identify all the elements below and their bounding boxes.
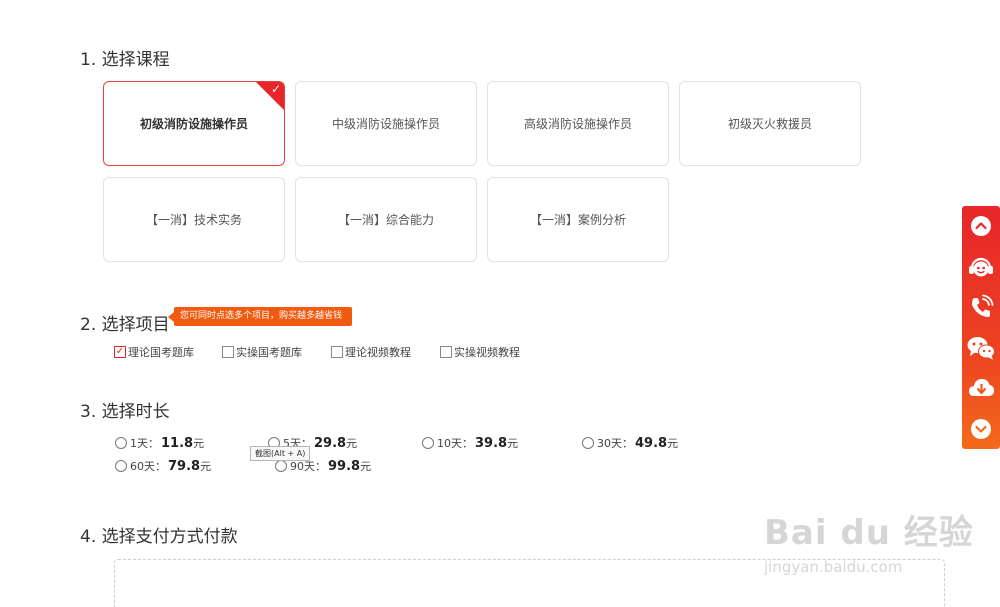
scroll-top-button[interactable]: [962, 206, 1000, 247]
checkbox-label: 实操国考题库: [236, 346, 302, 359]
item-checkbox-theory-video[interactable]: 理论视频教程: [331, 345, 411, 359]
course-card-senior-operator[interactable]: 高级消防设施操作员: [487, 81, 669, 166]
duration-radio-30-days[interactable]: 30天： 49.8 元: [582, 435, 678, 451]
duration-price: 79.8: [168, 458, 201, 474]
radio-icon: [115, 437, 127, 449]
customer-service-button[interactable]: [962, 247, 1000, 288]
watermark-logo-text: Bai du 经验: [764, 513, 974, 553]
checkbox-icon: [331, 346, 343, 358]
baidu-jingyan-watermark: Bai du 经验 jingyan.baidu.com: [764, 505, 974, 576]
duration-label: 10天：: [437, 437, 473, 450]
duration-price: 29.8: [314, 435, 347, 451]
course-card-label: 高级消防设施操作员: [523, 117, 632, 131]
radio-icon: [582, 437, 594, 449]
duration-label: 1天：: [130, 437, 159, 450]
scroll-bottom-button[interactable]: [962, 409, 1000, 450]
item-tip-badge: 您可同时点选多个项目，购买越多越省钱: [168, 307, 353, 326]
checkbox-label: 实操视频教程: [454, 346, 520, 359]
chevron-up-icon: [971, 216, 991, 237]
checkbox-checked-icon: ✓: [114, 346, 126, 358]
course-card-label: 【一消】案例分析: [529, 213, 626, 227]
duration-price: 49.8: [635, 435, 668, 451]
item-section-title: 2. 选择项目: [80, 315, 170, 335]
course-card-primary-operator[interactable]: 初级消防设施操作员 ✓: [103, 81, 285, 166]
course-card-label: 初级灭火救援员: [727, 117, 812, 131]
wechat-icon: [967, 336, 995, 360]
payment-section-title: 4. 选择支付方式付款: [80, 527, 238, 547]
price-unit: 元: [200, 460, 212, 473]
check-icon: ✓: [270, 82, 281, 96]
radio-icon: [422, 437, 434, 449]
radio-icon: [115, 460, 127, 472]
duration-price: 99.8: [328, 458, 361, 474]
duration-price: 39.8: [475, 435, 508, 451]
course-card-label: 【一消】技术实务: [145, 213, 242, 227]
course-card-label: 中级消防设施操作员: [331, 117, 440, 131]
wechat-button[interactable]: [962, 328, 1000, 369]
item-checkbox-practice-video[interactable]: 实操视频教程: [440, 345, 520, 359]
price-unit: 元: [360, 460, 372, 473]
price-unit: 元: [193, 437, 205, 450]
duration-radio-1-day[interactable]: 1天： 11.8 元: [115, 435, 204, 451]
watermark-url: jingyan.baidu.com: [764, 558, 903, 576]
chevron-down-icon: [971, 418, 991, 439]
duration-radio-10-days[interactable]: 10天： 39.8 元: [422, 435, 518, 451]
duration-radio-60-days[interactable]: 60天： 79.8 元: [115, 458, 211, 474]
checkbox-icon: [222, 346, 234, 358]
checkbox-label: 理论国考题库: [128, 346, 194, 359]
duration-label: 60天：: [130, 460, 166, 473]
checkbox-icon: [440, 346, 452, 358]
course-card-comprehensive-ability[interactable]: 【一消】综合能力: [295, 177, 477, 262]
course-card-technical-practice[interactable]: 【一消】技术实务: [103, 177, 285, 262]
course-card-intermediate-operator[interactable]: 中级消防设施操作员: [295, 81, 477, 166]
phone-button[interactable]: [962, 287, 1000, 328]
customer-service-icon: [969, 257, 993, 277]
duration-label: 30天：: [597, 437, 633, 450]
radio-icon: [275, 460, 287, 472]
item-tip-text: 您可同时点选多个项目，购买越多越省钱: [180, 311, 343, 321]
item-checkbox-theory-bank[interactable]: ✓ 理论国考题库: [114, 345, 194, 359]
course-card-case-analysis[interactable]: 【一消】案例分析: [487, 177, 669, 262]
price-unit: 元: [346, 437, 358, 450]
floating-side-bar: [962, 206, 1000, 449]
price-unit: 元: [667, 437, 679, 450]
duration-section-title: 3. 选择时长: [80, 402, 170, 422]
download-app-button[interactable]: [962, 368, 1000, 409]
screenshot-tooltip: 截图(Alt + A): [250, 446, 311, 461]
checkbox-label: 理论视频教程: [345, 346, 411, 359]
course-card-label: 初级消防设施操作员: [139, 117, 248, 131]
download-icon: [969, 379, 994, 397]
course-section-title: 1. 选择课程: [80, 50, 170, 70]
duration-price: 11.8: [161, 435, 194, 451]
course-card-label: 【一消】综合能力: [337, 213, 434, 227]
price-unit: 元: [507, 437, 519, 450]
item-checkbox-practice-bank[interactable]: 实操国考题库: [222, 345, 302, 359]
phone-icon: [972, 294, 994, 318]
tip-arrow: [168, 312, 174, 322]
course-card-rescue[interactable]: 初级灭火救援员: [679, 81, 861, 166]
